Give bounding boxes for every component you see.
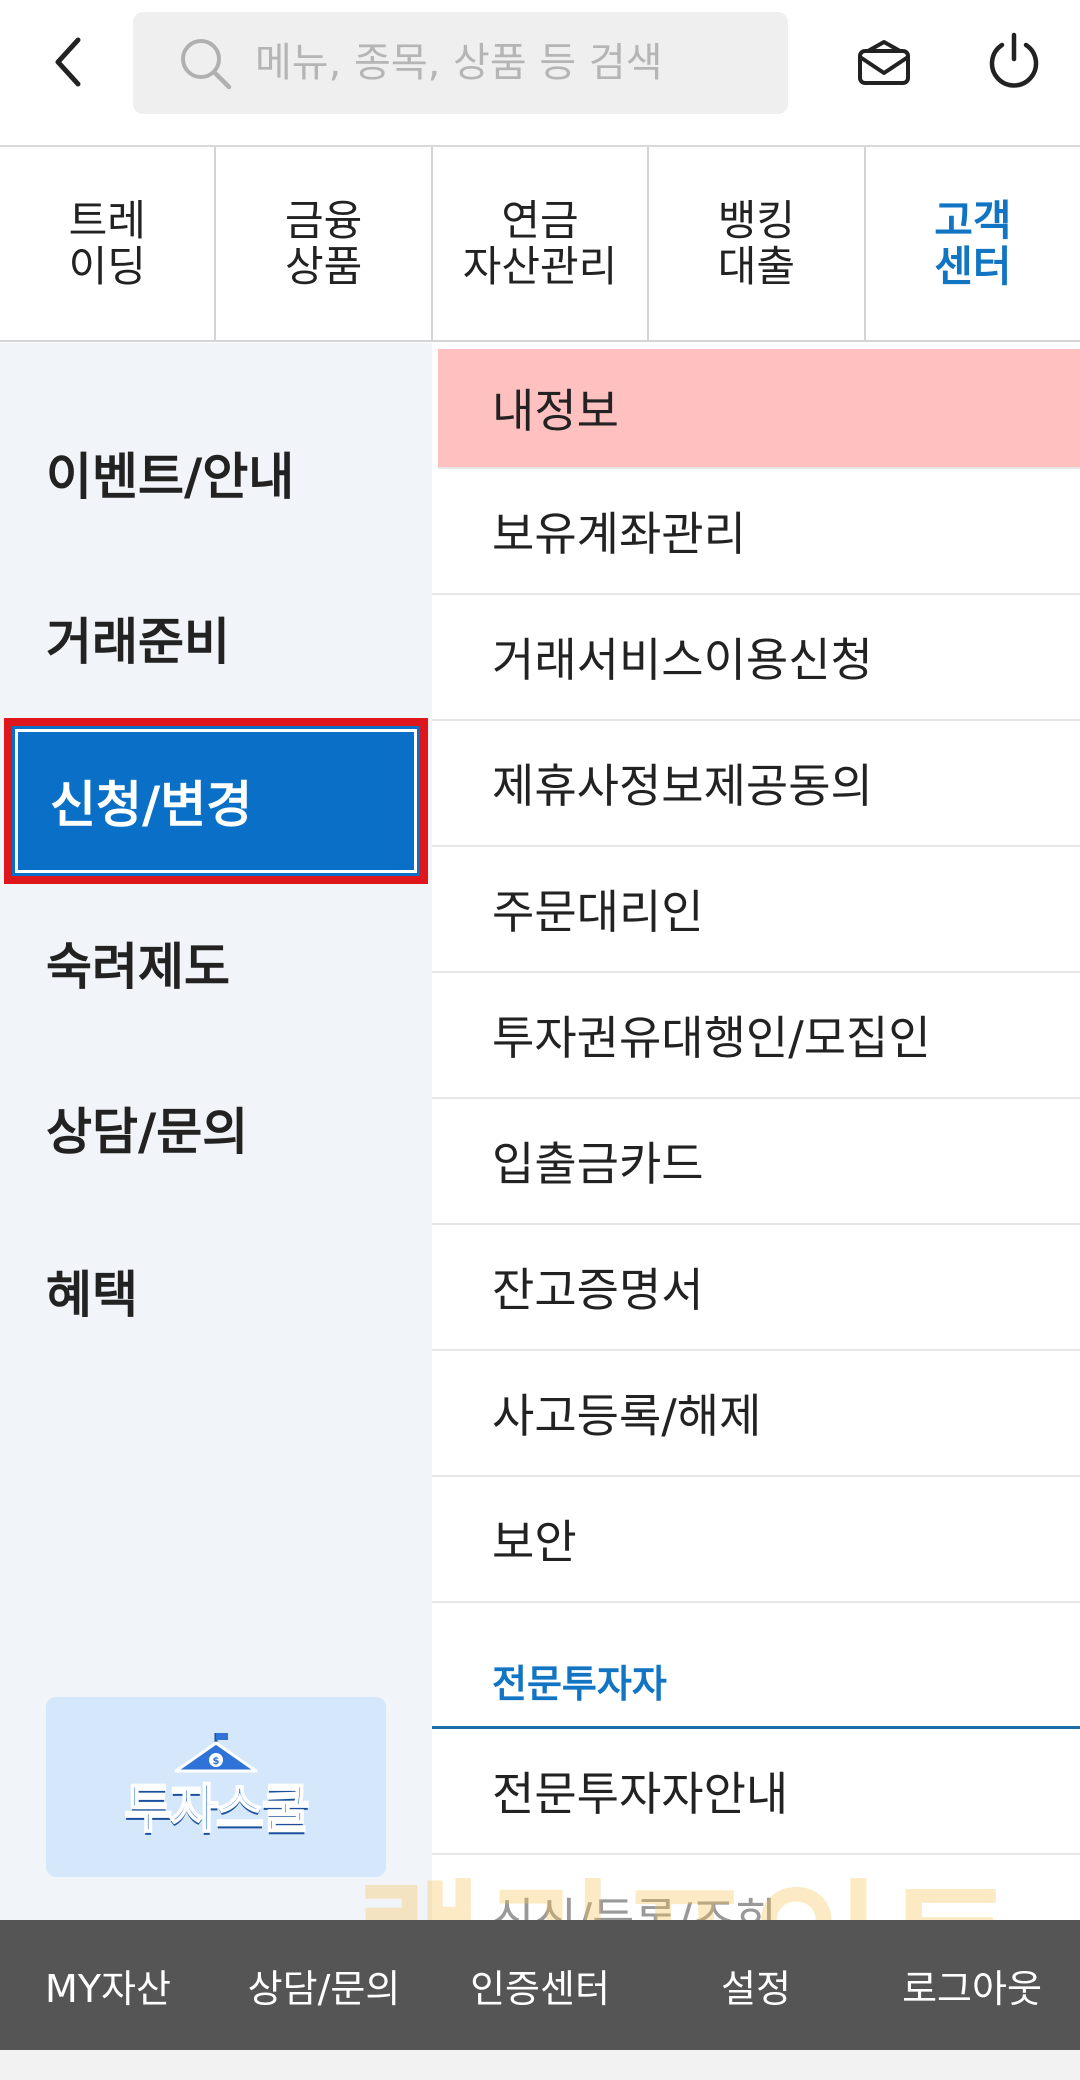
- left-item-trade-prep[interactable]: 거래준비: [0, 558, 432, 718]
- mail-icon: [858, 40, 910, 85]
- section-header-professional-investor: 전문투자자: [432, 1603, 1080, 1729]
- tab-banking[interactable]: 뱅킹 대출: [649, 147, 866, 340]
- tab-label: 연금 자산관리: [462, 195, 618, 291]
- tab-label: 금융 상품: [284, 195, 363, 291]
- bottom-item-my-assets[interactable]: MY자산: [0, 1958, 216, 2013]
- search-icon: [181, 39, 232, 90]
- system-nav-strip: [0, 2050, 1080, 2080]
- promo-label: 투자스쿨: [123, 1779, 310, 1841]
- power-icon: [989, 32, 1039, 88]
- list-item[interactable]: 잔고증명서: [432, 1225, 1080, 1351]
- investment-school-banner[interactable]: $ 투자스쿨: [46, 1697, 386, 1877]
- category-tabs: 트레 이딩 금융 상품 연금 자산관리 뱅킹 대출 고객 센터: [0, 147, 1080, 342]
- left-item-benefits[interactable]: 혜택: [0, 1211, 432, 1371]
- left-item-label: 신청/변경: [50, 776, 253, 834]
- bottom-nav-bar: MY자산 상담/문의 인증센터 설정 로그아웃: [0, 1920, 1080, 2050]
- list-item[interactable]: 보유계좌관리: [432, 469, 1080, 595]
- svg-text:$: $: [213, 1756, 220, 1767]
- list-item-label: 거래서비스이용신청: [492, 633, 873, 687]
- list-item-label: 투자권유대행인/모집인: [492, 1011, 931, 1065]
- list-item-label: 입출금카드: [492, 1137, 704, 1191]
- tab-label: 트레 이딩: [68, 195, 146, 291]
- list-item[interactable]: 주문대리인: [432, 847, 1080, 973]
- bottom-item-cert-center[interactable]: 인증센터: [432, 1958, 648, 2013]
- left-category-menu: 이벤트/안내 거래준비 신청/변경 숙려제도 상담/문의 혜택: [0, 343, 432, 1920]
- left-item-cooling-off[interactable]: 숙려제도: [0, 883, 432, 1043]
- list-item[interactable]: 전문투자자안내: [432, 1729, 1080, 1855]
- list-item-label: 주문대리인: [492, 885, 704, 939]
- search-input[interactable]: [255, 40, 775, 86]
- tab-customer-center[interactable]: 고객 센터: [866, 147, 1080, 340]
- left-item-consult[interactable]: 상담/문의: [0, 1048, 432, 1208]
- list-item[interactable]: 입출금카드: [432, 1099, 1080, 1225]
- list-item-label: 보유계좌관리: [492, 507, 746, 561]
- tab-trading[interactable]: 트레 이딩: [0, 147, 217, 340]
- search-box[interactable]: [133, 12, 788, 114]
- bottom-item-label: 로그아웃: [902, 1966, 1042, 2011]
- list-item-label: 잔고증명서: [492, 1263, 704, 1317]
- submenu-list: 내정보 보유계좌관리 거래서비스이용신청 제휴사정보제공동의 주문대리인 투자권…: [432, 343, 1080, 1920]
- mail-button[interactable]: [852, 28, 916, 98]
- list-item-label: 신신/등록/조회: [492, 1893, 777, 1920]
- tab-label: 고객 센터: [934, 195, 1012, 291]
- back-button[interactable]: [36, 30, 100, 94]
- list-item[interactable]: 제휴사정보제공동의: [432, 721, 1080, 847]
- bottom-item-logout[interactable]: 로그아웃: [864, 1958, 1080, 2013]
- list-item[interactable]: 신신/등록/조회: [432, 1855, 1080, 1920]
- left-item-label: 이벤트/안내: [46, 448, 295, 506]
- list-item[interactable]: 보안: [432, 1477, 1080, 1603]
- power-button[interactable]: [982, 26, 1046, 96]
- promo-logo: $ 투자스쿨: [123, 1732, 311, 1842]
- tab-pension[interactable]: 연금 자산관리: [433, 147, 650, 340]
- list-item-label: 전문투자자안내: [492, 1767, 789, 1821]
- tab-label: 뱅킹 대출: [717, 195, 796, 291]
- list-item[interactable]: 사고등록/해제: [432, 1351, 1080, 1477]
- bottom-item-label: 상담/문의: [247, 1966, 401, 2011]
- bottom-item-label: 설정: [721, 1966, 791, 2011]
- left-item-label: 숙려제도: [46, 938, 230, 996]
- list-item-label: 제휴사정보제공동의: [492, 759, 873, 813]
- bottom-item-label: 인증센터: [470, 1966, 610, 2011]
- top-header: [0, 0, 1080, 147]
- chevron-left-icon: [55, 37, 81, 87]
- left-item-apply-change[interactable]: 신청/변경: [4, 718, 428, 884]
- list-item-label: 내정보: [492, 384, 619, 438]
- section-title: 전문투자자: [492, 1662, 667, 1706]
- bottom-item-label: MY자산: [45, 1966, 171, 2011]
- list-item-label: 사고등록/해제: [492, 1389, 762, 1443]
- left-item-label: 혜택: [46, 1266, 138, 1324]
- list-item-label: 보안: [492, 1515, 577, 1569]
- bottom-item-settings[interactable]: 설정: [648, 1958, 864, 2013]
- list-item[interactable]: 거래서비스이용신청: [432, 595, 1080, 721]
- tab-financial-products[interactable]: 금융 상품: [216, 147, 433, 340]
- list-item-my-info[interactable]: 내정보: [438, 349, 1080, 469]
- left-item-label: 거래준비: [46, 613, 230, 671]
- list-item[interactable]: 투자권유대행인/모집인: [432, 973, 1080, 1099]
- left-item-events[interactable]: 이벤트/안내: [0, 393, 432, 553]
- bottom-item-consult[interactable]: 상담/문의: [216, 1958, 432, 2013]
- left-item-label: 상담/문의: [46, 1103, 249, 1161]
